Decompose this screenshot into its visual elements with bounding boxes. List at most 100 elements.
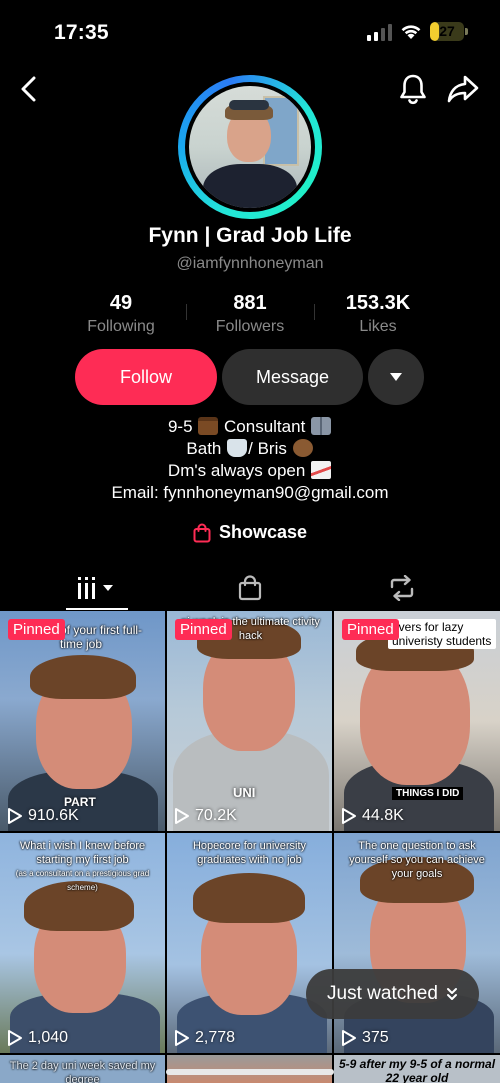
view-count-value: 44.8K xyxy=(362,807,404,824)
view-count-value: 375 xyxy=(362,1029,389,1046)
video-overlay-text: UNI xyxy=(233,785,256,800)
profile-handle: @iamfynnhoneyman xyxy=(176,255,324,272)
video-subcaption: (as a consultant on a prestigious grad s… xyxy=(15,869,150,892)
video-caption: 5-9 after my 9-5 of a normal 22 year old xyxy=(338,1057,496,1083)
message-button[interactable]: Message xyxy=(222,349,363,405)
chevron-left-icon xyxy=(21,76,36,102)
avatar-story-ring[interactable] xyxy=(178,75,322,219)
bio-line: Bath / Bris xyxy=(0,438,500,460)
pinned-badge: Pinned xyxy=(8,619,65,640)
play-icon xyxy=(342,808,356,824)
back-button[interactable] xyxy=(12,72,46,106)
video-thumbnail[interactable]: The one question to ask yourself so you … xyxy=(334,833,500,1053)
stat-divider xyxy=(186,304,187,320)
view-count-value: 910.6K xyxy=(28,807,79,824)
stat-label: Likes xyxy=(359,318,397,335)
shopping-bag-icon xyxy=(238,575,262,601)
office-building-icon xyxy=(311,417,332,435)
tab-videos[interactable] xyxy=(66,566,128,610)
bell-icon xyxy=(400,74,426,105)
notification-bell-button[interactable] xyxy=(394,70,432,108)
stat-likes[interactable]: 153.3K Likes xyxy=(318,292,438,336)
video-caption: of your first full-time job xyxy=(60,623,143,651)
stat-value: 49 xyxy=(109,292,133,314)
video-caption: The one question to ask yourself so you … xyxy=(349,840,485,880)
bio-text: Dm's always open xyxy=(167,461,306,480)
bear-icon xyxy=(292,439,313,457)
play-icon xyxy=(342,1030,356,1046)
shopping-bag-icon xyxy=(193,523,211,542)
view-count: 910.6K xyxy=(7,807,79,825)
bio-line: Dm's always open xyxy=(0,460,500,482)
play-icon xyxy=(175,808,189,824)
video-caption: Hopecore for university graduates with n… xyxy=(192,840,307,866)
video-thumbnail[interactable]: 5-9 after my 9-5 of a normal 22 year old xyxy=(334,1055,500,1083)
bio-text: / Bris xyxy=(248,439,287,458)
stat-label: Following xyxy=(87,318,155,335)
view-count: 1,040 xyxy=(7,1029,68,1047)
pinned-badge: Pinned xyxy=(342,619,399,640)
bio-text: 9-5 xyxy=(167,417,193,436)
play-icon xyxy=(8,1030,22,1046)
bio-line: 9-5 Consultant xyxy=(0,416,500,438)
share-button[interactable] xyxy=(444,70,482,108)
bathtub-icon xyxy=(227,439,248,457)
tab-reposts[interactable] xyxy=(372,566,432,610)
video-caption-text: avers for lazy univeristy students xyxy=(388,619,496,649)
stat-divider xyxy=(314,304,315,320)
view-count-value: 1,040 xyxy=(28,1029,69,1046)
stat-following[interactable]: 49 Following xyxy=(61,292,181,336)
just-watched-button[interactable]: Just watched xyxy=(306,969,479,1019)
double-chevron-down-icon xyxy=(446,988,457,1000)
view-count: 70.2K xyxy=(174,807,237,825)
view-count: 2,778 xyxy=(174,1029,235,1047)
showcase-label: Showcase xyxy=(218,522,308,542)
profile-bio: 9-5 Consultant Bath / Bris Dm's always o… xyxy=(0,416,500,504)
stat-value: 153.3K xyxy=(345,292,411,314)
bio-text: Consultant xyxy=(224,417,306,436)
view-count: 44.8K xyxy=(341,807,404,825)
just-watched-label: Just watched xyxy=(327,983,438,1004)
follow-button[interactable]: Follow xyxy=(75,349,217,405)
profile-stats: 49 Following 881 Followers 153.3K Likes xyxy=(0,292,500,338)
showcase-link[interactable]: Showcase xyxy=(0,522,500,543)
battery-icon: 27 xyxy=(430,22,468,41)
view-count-value: 2,778 xyxy=(195,1029,236,1046)
repost-icon xyxy=(390,575,414,601)
video-thumbnail[interactable]: of your first full-time job PART Pinned … xyxy=(0,611,165,831)
view-count-value: 70.2K xyxy=(195,807,237,824)
status-time: 17:35 xyxy=(54,21,109,44)
pinned-badge: Pinned xyxy=(175,619,232,640)
stat-followers[interactable]: 881 Followers xyxy=(190,292,310,336)
profile-name: Fynn | Grad Job Life xyxy=(148,224,352,247)
cellular-signal-icon xyxy=(367,24,392,41)
bio-text: Bath xyxy=(186,439,222,458)
home-indicator[interactable] xyxy=(166,1069,334,1075)
videos-grid-icon xyxy=(78,577,113,599)
video-thumbnail[interactable]: What i wish I knew before starting my fi… xyxy=(0,833,165,1053)
view-count: 375 xyxy=(341,1029,389,1047)
video-thumbnail[interactable]: avers for lazy univeristy students THING… xyxy=(334,611,500,831)
caret-down-icon xyxy=(390,373,402,381)
wifi-icon xyxy=(401,25,421,39)
stat-label: Followers xyxy=(215,318,285,335)
bio-email[interactable]: Email: fynnhoneyman90@gmail.com xyxy=(0,482,500,504)
briefcase-icon xyxy=(198,417,219,435)
video-caption: avers for lazy univeristy students xyxy=(388,619,496,649)
status-bar: 17:35 27 xyxy=(0,0,500,66)
avatar xyxy=(189,86,311,208)
active-tab-indicator xyxy=(66,608,128,610)
video-caption: What i wish I knew before starting my fi… xyxy=(19,840,146,866)
video-thumbnail[interactable]: The 2 day uni week saved my degree xyxy=(0,1055,165,1083)
video-thumbnail[interactable]: ni week is the ultimate ctivity hack UNI… xyxy=(167,611,332,831)
video-overlay-text: THINGS I DID xyxy=(392,787,464,800)
play-icon xyxy=(8,808,22,824)
profile-tabs xyxy=(0,566,500,610)
share-arrow-icon xyxy=(447,75,479,103)
suggested-accounts-button[interactable] xyxy=(368,349,424,405)
video-thumbnail[interactable]: Hopecore for university graduates with n… xyxy=(167,833,332,1053)
tab-shop[interactable] xyxy=(220,566,280,610)
envelope-icon xyxy=(311,461,332,479)
play-icon xyxy=(175,1030,189,1046)
battery-percentage: 27 xyxy=(439,23,455,39)
